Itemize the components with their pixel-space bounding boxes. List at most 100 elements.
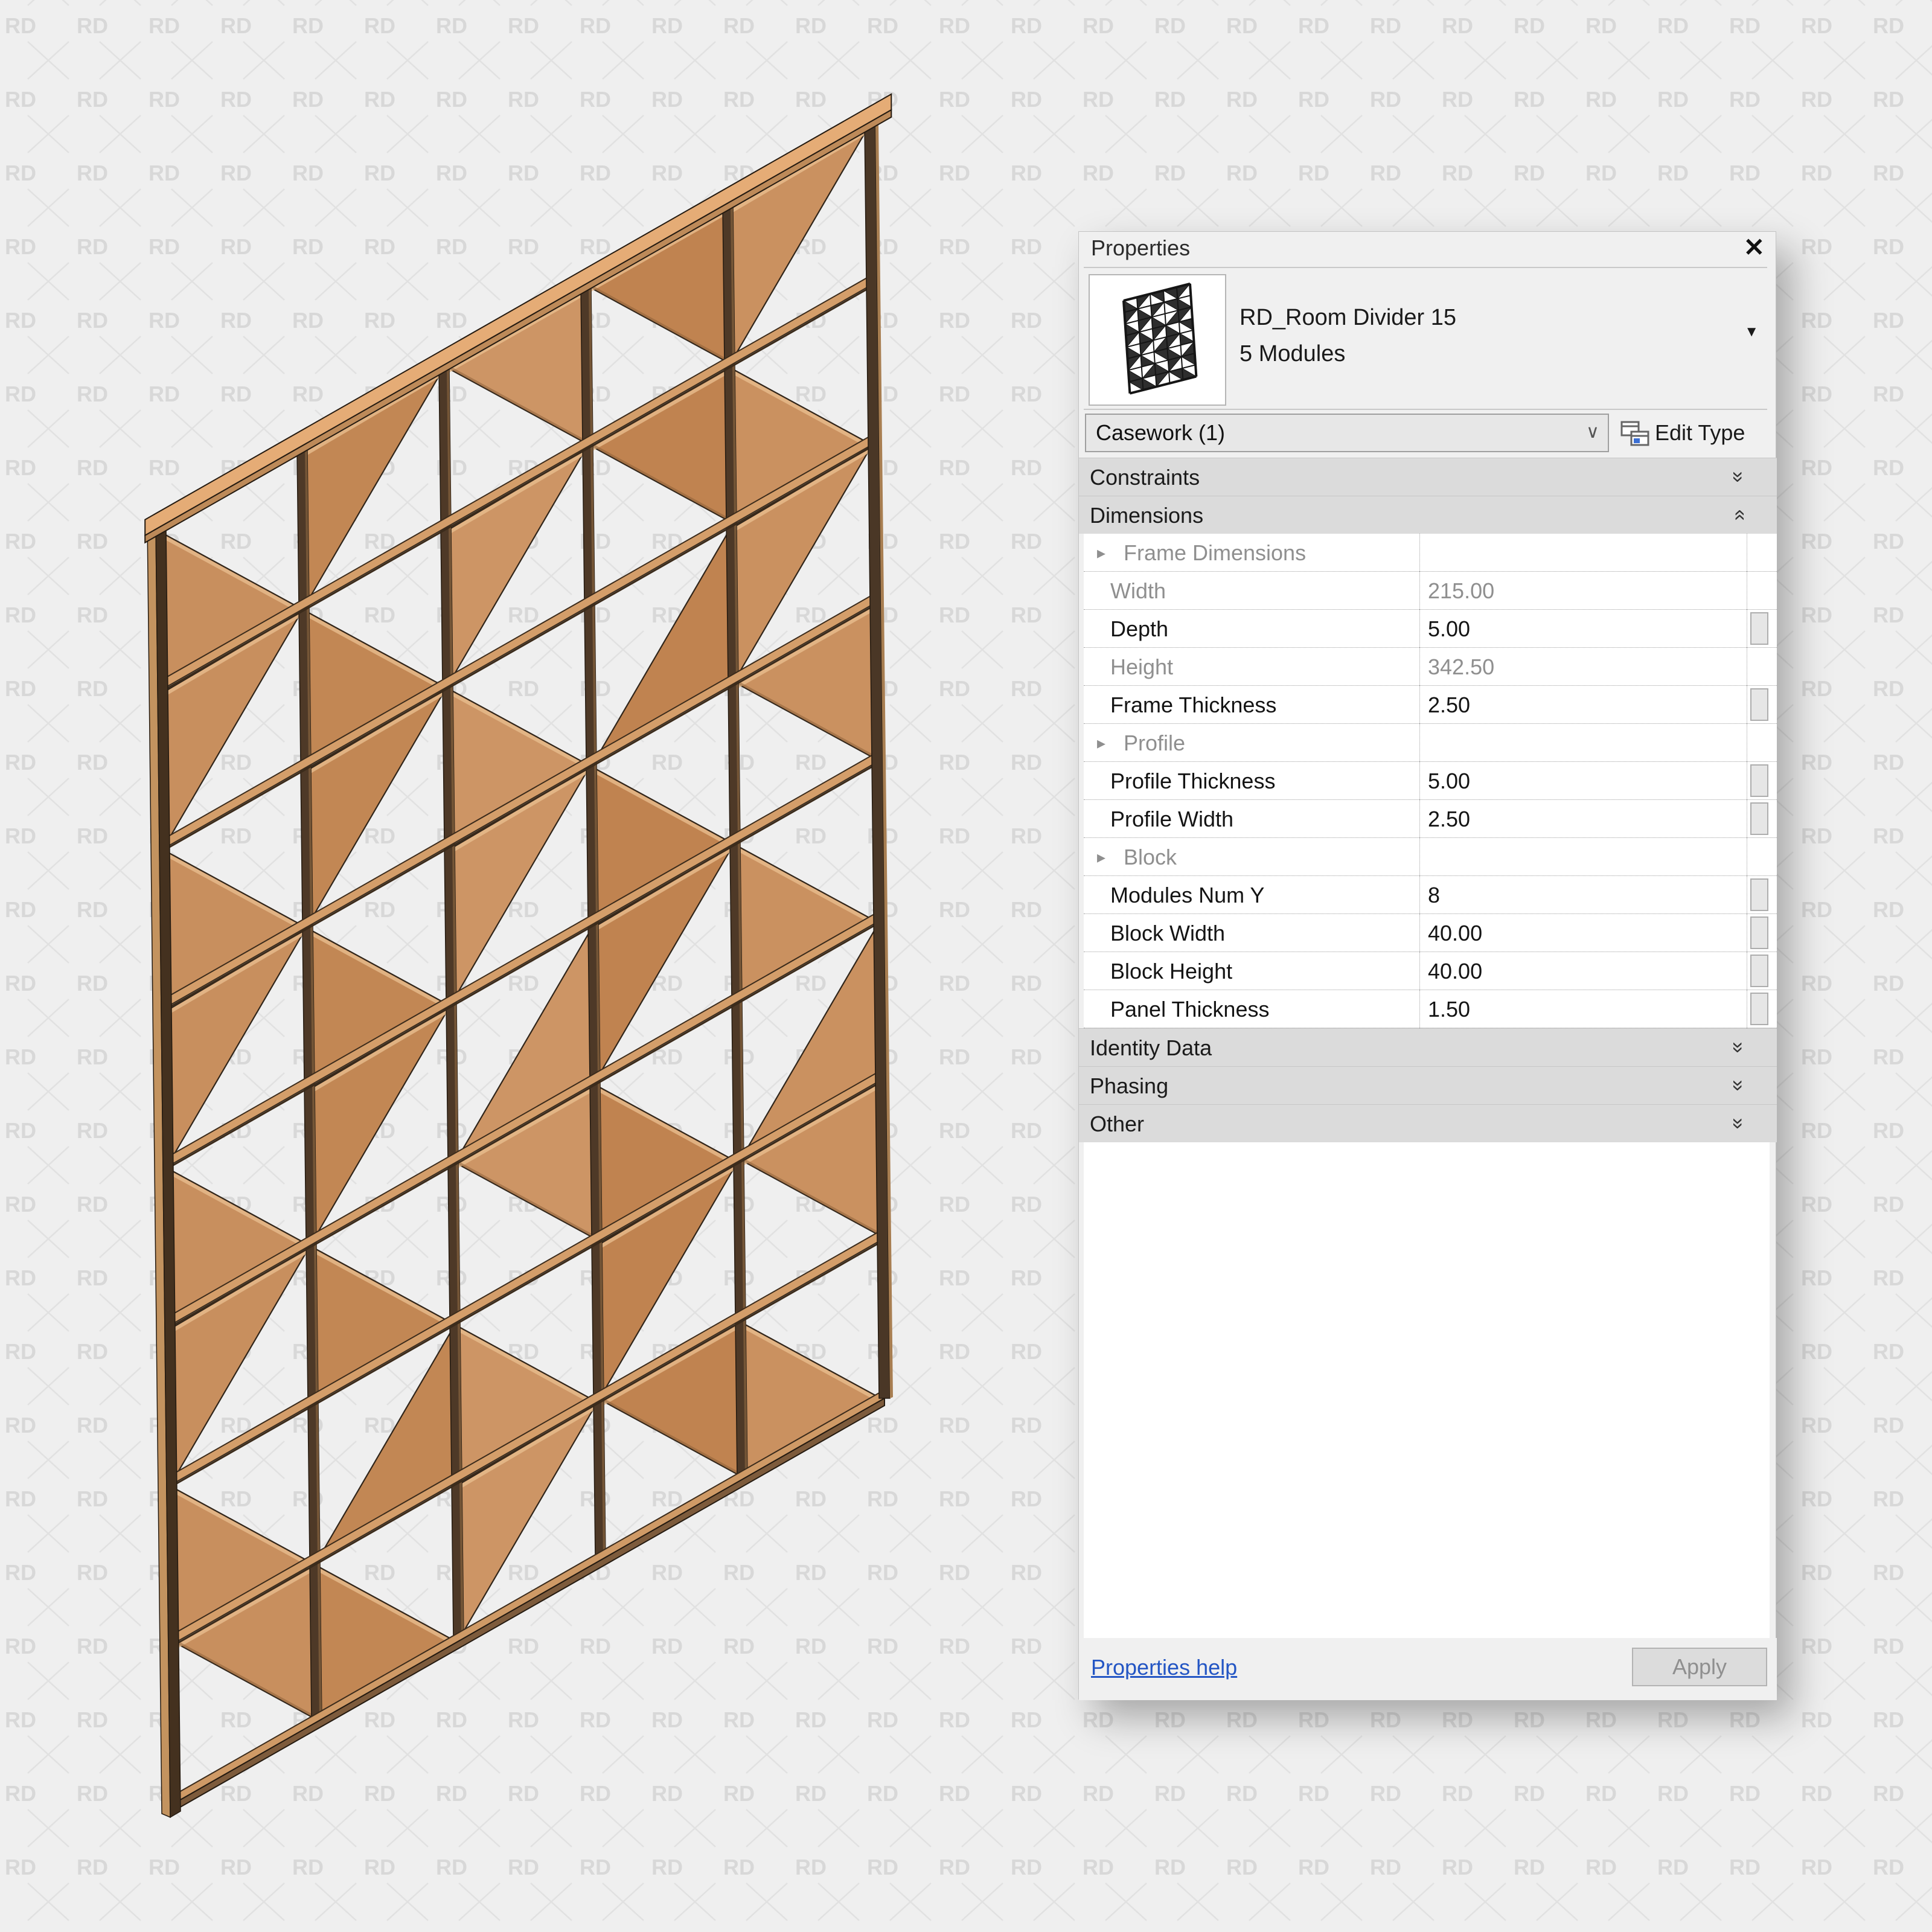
svg-text:RD: RD <box>1801 1781 1832 1806</box>
edit-type-button[interactable]: Edit Type <box>1617 414 1770 452</box>
svg-text:RD: RD <box>1298 1855 1329 1879</box>
svg-text:RD: RD <box>1801 308 1832 333</box>
value-slider-thumb[interactable] <box>1750 878 1768 911</box>
property-label: Block Width <box>1110 921 1226 945</box>
property-row-frame-thickness: Frame Thickness 2.50 <box>1084 686 1777 724</box>
titlebar-divider <box>1084 267 1767 268</box>
svg-text:RD: RD <box>1873 455 1904 480</box>
svg-text:RD: RD <box>1801 824 1832 848</box>
value-slider-thumb[interactable] <box>1750 802 1768 835</box>
property-value[interactable]: 2.50 <box>1428 800 1470 838</box>
svg-text:RD: RD <box>1585 1855 1617 1879</box>
svg-text:RD: RD <box>1657 1781 1689 1806</box>
svg-text:RD: RD <box>1154 1855 1186 1879</box>
section-header-identity-data[interactable]: Identity Data » <box>1079 1028 1777 1066</box>
close-icon[interactable]: ✕ <box>1744 233 1765 262</box>
svg-text:RD: RD <box>1011 1044 1042 1069</box>
property-value: 215.00 <box>1428 578 1495 603</box>
svg-text:RD: RD <box>1585 1928 1617 1932</box>
value-slider-thumb[interactable] <box>1750 764 1768 797</box>
svg-text:RD: RD <box>1154 1781 1186 1806</box>
svg-text:RD: RD <box>1729 1707 1761 1732</box>
svg-text:RD: RD <box>1226 161 1258 185</box>
svg-text:RD: RD <box>1298 1928 1329 1932</box>
property-value[interactable]: 40.00 <box>1428 914 1482 952</box>
svg-text:RD: RD <box>1873 971 1904 996</box>
expand-section-icon[interactable]: » <box>1727 1080 1750 1092</box>
svg-text:RD: RD <box>1801 1413 1832 1438</box>
group-expand-icon[interactable]: ▸ <box>1097 838 1105 876</box>
property-row-modules-num-y: Modules Num Y 8 <box>1084 876 1777 914</box>
property-label: Profile Thickness <box>1110 769 1276 793</box>
value-slider-thumb[interactable] <box>1750 916 1768 949</box>
svg-text:RD: RD <box>1873 1265 1904 1290</box>
type-preview-image <box>1122 283 1198 395</box>
svg-text:RD: RD <box>1801 234 1832 259</box>
property-row-block-height: Block Height 40.00 <box>1084 952 1777 990</box>
svg-text:RD: RD <box>1514 1928 1545 1932</box>
property-value[interactable]: 8 <box>1428 876 1440 914</box>
desktop: RD RD RD RD RD RD RD RD RD RD RD RD RD RD RD RD RD RD RD RD… <box>0 0 1932 1932</box>
column-separator <box>1419 990 1420 1028</box>
property-label: Profile Width <box>1110 807 1234 831</box>
svg-text:RD: RD <box>1801 1486 1832 1511</box>
svg-text:RD: RD <box>1011 1707 1042 1732</box>
edit-type-label: Edit Type <box>1655 420 1745 445</box>
property-value[interactable]: 1.50 <box>1428 990 1470 1028</box>
type-selector-combobox[interactable]: Casework (1) ∨ <box>1085 414 1609 452</box>
svg-text:RD: RD <box>1873 161 1904 185</box>
svg-text:RD: RD <box>1801 897 1832 922</box>
svg-text:RD: RD <box>1011 824 1042 848</box>
section-label: Constraints <box>1090 465 1200 490</box>
svg-text:RD: RD <box>1154 161 1186 185</box>
svg-text:RD: RD <box>1011 382 1042 406</box>
svg-text:RD: RD <box>1011 455 1042 480</box>
family-name: RD_Room Divider 15 <box>1239 305 1457 330</box>
section-header-dimensions[interactable]: Dimensions » <box>1079 496 1777 534</box>
expand-section-icon[interactable]: » <box>1727 472 1750 483</box>
value-slider-thumb[interactable] <box>1750 955 1768 987</box>
svg-text:RD: RD <box>1801 1855 1832 1879</box>
svg-text:RD: RD <box>1370 1855 1401 1879</box>
svg-text:RD: RD <box>1873 1707 1904 1732</box>
group-expand-icon[interactable]: ▸ <box>1097 534 1105 572</box>
type-dropdown-arrow-icon[interactable]: ▼ <box>1744 324 1759 341</box>
expand-section-icon[interactable]: » <box>1727 1042 1750 1054</box>
group-row-block: ▸ Block <box>1084 838 1777 876</box>
section-header-constraints[interactable]: Constraints » <box>1079 458 1777 496</box>
property-value[interactable]: 40.00 <box>1428 952 1482 990</box>
svg-text:RD: RD <box>1154 87 1186 112</box>
svg-text:RD: RD <box>1370 161 1401 185</box>
property-value[interactable]: 5.00 <box>1428 762 1470 800</box>
svg-text:RD: RD <box>1083 87 1114 112</box>
section-header-other[interactable]: Other » <box>1079 1104 1777 1142</box>
value-slider-thumb[interactable] <box>1750 612 1768 645</box>
room-divider-3d <box>144 93 893 1818</box>
column-separator <box>1419 648 1420 686</box>
svg-text:RD: RD <box>1657 13 1689 38</box>
group-expand-icon[interactable]: ▸ <box>1097 724 1105 762</box>
property-row-height: Height 342.50 <box>1084 648 1777 686</box>
property-value[interactable]: 2.50 <box>1428 686 1470 724</box>
value-slider-thumb[interactable] <box>1750 688 1768 721</box>
svg-text:RD: RD <box>1873 234 1904 259</box>
expand-section-icon[interactable]: » <box>1727 1118 1750 1130</box>
section-label: Other <box>1090 1112 1145 1136</box>
svg-text:RD: RD <box>1729 13 1761 38</box>
svg-text:RD: RD <box>1442 87 1473 112</box>
property-value[interactable]: 5.00 <box>1428 610 1470 648</box>
property-row-depth: Depth 5.00 <box>1084 610 1777 648</box>
section-header-phasing[interactable]: Phasing » <box>1079 1066 1777 1104</box>
property-grid: Constraints » Dimensions » ▸ Frame Dimensions… <box>1079 458 1777 1142</box>
properties-panel: Properties ✕ RD_Room Divider 15 5 Module… <box>1078 231 1777 1700</box>
svg-text:RD: RD <box>1801 1928 1832 1932</box>
collapse-section-icon[interactable]: » <box>1727 510 1750 521</box>
value-slider-thumb[interactable] <box>1750 993 1768 1025</box>
svg-text:RD: RD <box>1873 897 1904 922</box>
apply-button[interactable]: Apply <box>1632 1648 1767 1686</box>
svg-text:RD: RD <box>1801 1560 1832 1585</box>
property-row-width: Width 215.00 <box>1084 572 1777 610</box>
svg-text:RD: RD <box>1657 161 1689 185</box>
properties-help-link[interactable]: Properties help <box>1091 1655 1237 1680</box>
section-label: Identity Data <box>1090 1035 1212 1060</box>
